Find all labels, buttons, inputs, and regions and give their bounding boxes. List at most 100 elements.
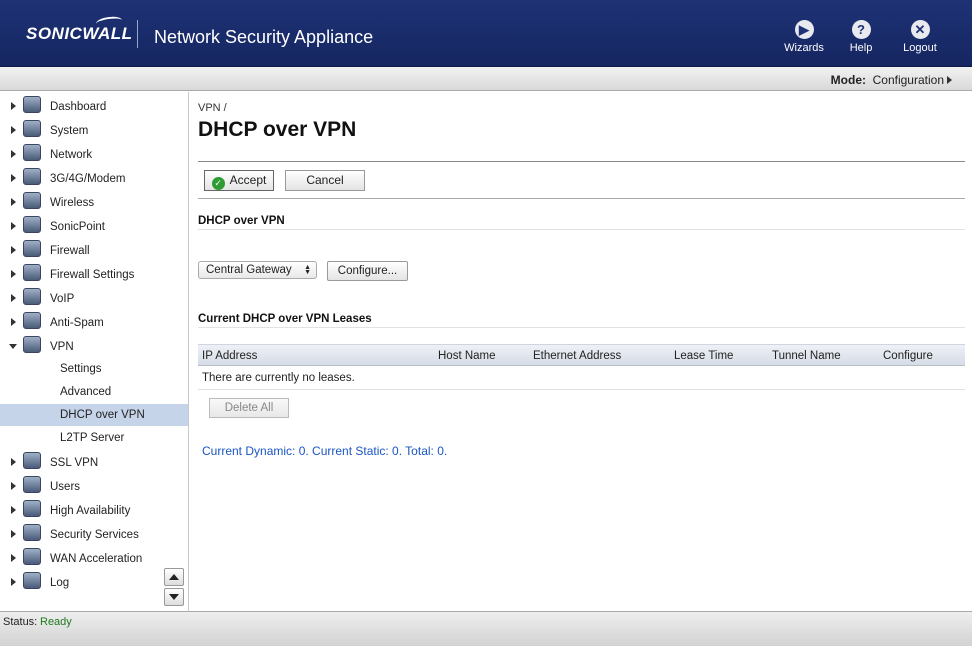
wan-acceleration-icon	[23, 548, 41, 565]
sidebar-subitem-label: Advanced	[60, 386, 112, 398]
logout-label: Logout	[903, 42, 937, 54]
sidebar-subitem-l2tp-server[interactable]: L2TP Server	[0, 427, 188, 449]
sidebar-subitem-label: L2TP Server	[60, 432, 125, 444]
help-button[interactable]: ? Help	[836, 20, 886, 54]
sidebar-subitem-label: Settings	[60, 363, 102, 375]
configure-button[interactable]: Configure...	[327, 261, 408, 281]
sidebar-item-label: Log	[50, 577, 70, 589]
sidebar-item-users[interactable]: Users	[0, 475, 188, 497]
expand-right-icon[interactable]	[11, 198, 16, 206]
expand-right-icon[interactable]	[11, 150, 16, 158]
sidebar-item-label: VPN	[50, 341, 74, 353]
modem-icon	[23, 168, 41, 185]
sidebar-item-vpn[interactable]: VPN	[0, 335, 188, 357]
sidebar-item-dashboard[interactable]: Dashboard	[0, 95, 188, 117]
sidebar-item-sonicpoint[interactable]: SonicPoint	[0, 215, 188, 237]
wizards-button[interactable]: ▶ Wizards	[779, 20, 829, 54]
expand-right-icon[interactable]	[11, 482, 16, 490]
cancel-button[interactable]: Cancel	[285, 170, 365, 191]
voip-icon	[23, 288, 41, 305]
column-host-name[interactable]: Host Name	[438, 350, 496, 362]
ssl-vpn-icon	[23, 452, 41, 469]
system-icon	[23, 120, 41, 137]
expand-right-icon[interactable]	[11, 554, 16, 562]
sidebar-item-label: Users	[50, 481, 81, 493]
network-icon	[23, 144, 41, 161]
scroll-down-button[interactable]	[164, 588, 184, 606]
column-tunnel-name[interactable]: Tunnel Name	[772, 350, 841, 362]
sidebar-item-label: High Availability	[50, 505, 131, 517]
sidebar-item-network[interactable]: Network	[0, 143, 188, 165]
sidebar-item-log[interactable]: Log	[0, 571, 188, 593]
mode-selector[interactable]: Configuration	[873, 73, 944, 87]
expand-right-icon[interactable]	[11, 578, 16, 586]
sidebar-item-label: Security Services	[50, 529, 139, 541]
firewall-icon	[23, 240, 41, 257]
sidebar-subitem-advanced[interactable]: Advanced	[0, 381, 188, 403]
app-header: SONICWALL Network Security Appliance ▶ W…	[0, 0, 972, 67]
help-icon: ?	[851, 20, 871, 39]
anti-spam-icon	[23, 312, 41, 329]
sidebar-item-firewall-settings[interactable]: Firewall Settings	[0, 263, 188, 285]
accept-button[interactable]: ✓ Accept	[204, 170, 274, 191]
sidebar-item-label: 3G/4G/Modem	[50, 173, 126, 185]
status-bar: Status: Ready	[0, 611, 972, 646]
sidebar-item-3g-4g-modem[interactable]: 3G/4G/Modem	[0, 167, 188, 189]
sidebar-item-wireless[interactable]: Wireless	[0, 191, 188, 213]
sidebar-subitem-settings[interactable]: Settings	[0, 358, 188, 380]
expand-right-icon[interactable]	[11, 318, 16, 326]
column-ip-address[interactable]: IP Address	[202, 350, 257, 362]
sidebar-item-high-availability[interactable]: High Availability	[0, 499, 188, 521]
high-availability-icon	[23, 500, 41, 517]
vpn-icon	[23, 336, 41, 353]
section-divider	[198, 229, 965, 230]
sidebar-item-firewall[interactable]: Firewall	[0, 239, 188, 261]
sidebar-item-ssl-vpn[interactable]: SSL VPN	[0, 451, 188, 473]
expand-right-icon[interactable]	[11, 174, 16, 182]
expand-right-icon[interactable]	[11, 126, 16, 134]
scroll-up-button[interactable]	[164, 568, 184, 586]
sidebar-item-system[interactable]: System	[0, 119, 188, 141]
expand-right-icon[interactable]	[11, 246, 16, 254]
firewall-settings-icon	[23, 264, 41, 281]
table-header: IP Address Host Name Ethernet Address Le…	[198, 344, 965, 366]
log-icon	[23, 572, 41, 589]
sidebar-item-label: Firewall	[50, 245, 90, 257]
column-configure[interactable]: Configure	[883, 350, 933, 362]
gateway-mode-select[interactable]: Central Gateway ▲ ▼	[198, 261, 317, 279]
expand-right-icon[interactable]	[11, 506, 16, 514]
expand-right-icon[interactable]	[11, 530, 16, 538]
expand-right-icon[interactable]	[11, 458, 16, 466]
sidebar-item-anti-spam[interactable]: Anti-Spam	[0, 311, 188, 333]
lease-summary: Current Dynamic: 0. Current Static: 0. T…	[202, 444, 448, 458]
sidebar-item-security-services[interactable]: Security Services	[0, 523, 188, 545]
expand-right-icon[interactable]	[11, 294, 16, 302]
breadcrumb[interactable]: VPN /	[198, 102, 227, 114]
expand-down-icon[interactable]	[9, 344, 17, 349]
section-divider	[198, 327, 965, 328]
expand-right-icon[interactable]	[11, 270, 16, 278]
page-title: DHCP over VPN	[198, 118, 357, 141]
column-ethernet-address[interactable]: Ethernet Address	[533, 350, 621, 362]
empty-message: There are currently no leases.	[202, 372, 355, 384]
sidebar-item-wan-acceleration[interactable]: WAN Acceleration	[0, 547, 188, 569]
sidebar-item-label: WAN Acceleration	[50, 553, 143, 565]
sidebar-item-label: Anti-Spam	[50, 317, 104, 329]
sidebar-subitem-dhcp-over-vpn[interactable]: DHCP over VPN	[0, 404, 188, 426]
action-toolbar: ✓ Accept Cancel	[198, 161, 965, 199]
header-divider	[137, 20, 138, 48]
mode-arrow-icon	[947, 76, 952, 84]
sidebar-subitem-label: DHCP over VPN	[60, 409, 145, 421]
sidebar-item-label: Dashboard	[50, 101, 107, 113]
column-lease-time[interactable]: Lease Time	[674, 350, 733, 362]
expand-right-icon[interactable]	[11, 102, 16, 110]
leases-table: IP Address Host Name Ethernet Address Le…	[198, 344, 965, 390]
security-services-icon	[23, 524, 41, 541]
sidebar-item-voip[interactable]: VoIP	[0, 287, 188, 309]
expand-right-icon[interactable]	[11, 222, 16, 230]
logout-button[interactable]: ✕ Logout	[895, 20, 945, 54]
delete-all-button[interactable]: Delete All	[209, 398, 289, 418]
wizards-icon: ▶	[794, 20, 814, 39]
sidebar-item-label: VoIP	[50, 293, 75, 305]
status-value: Ready	[40, 616, 72, 628]
